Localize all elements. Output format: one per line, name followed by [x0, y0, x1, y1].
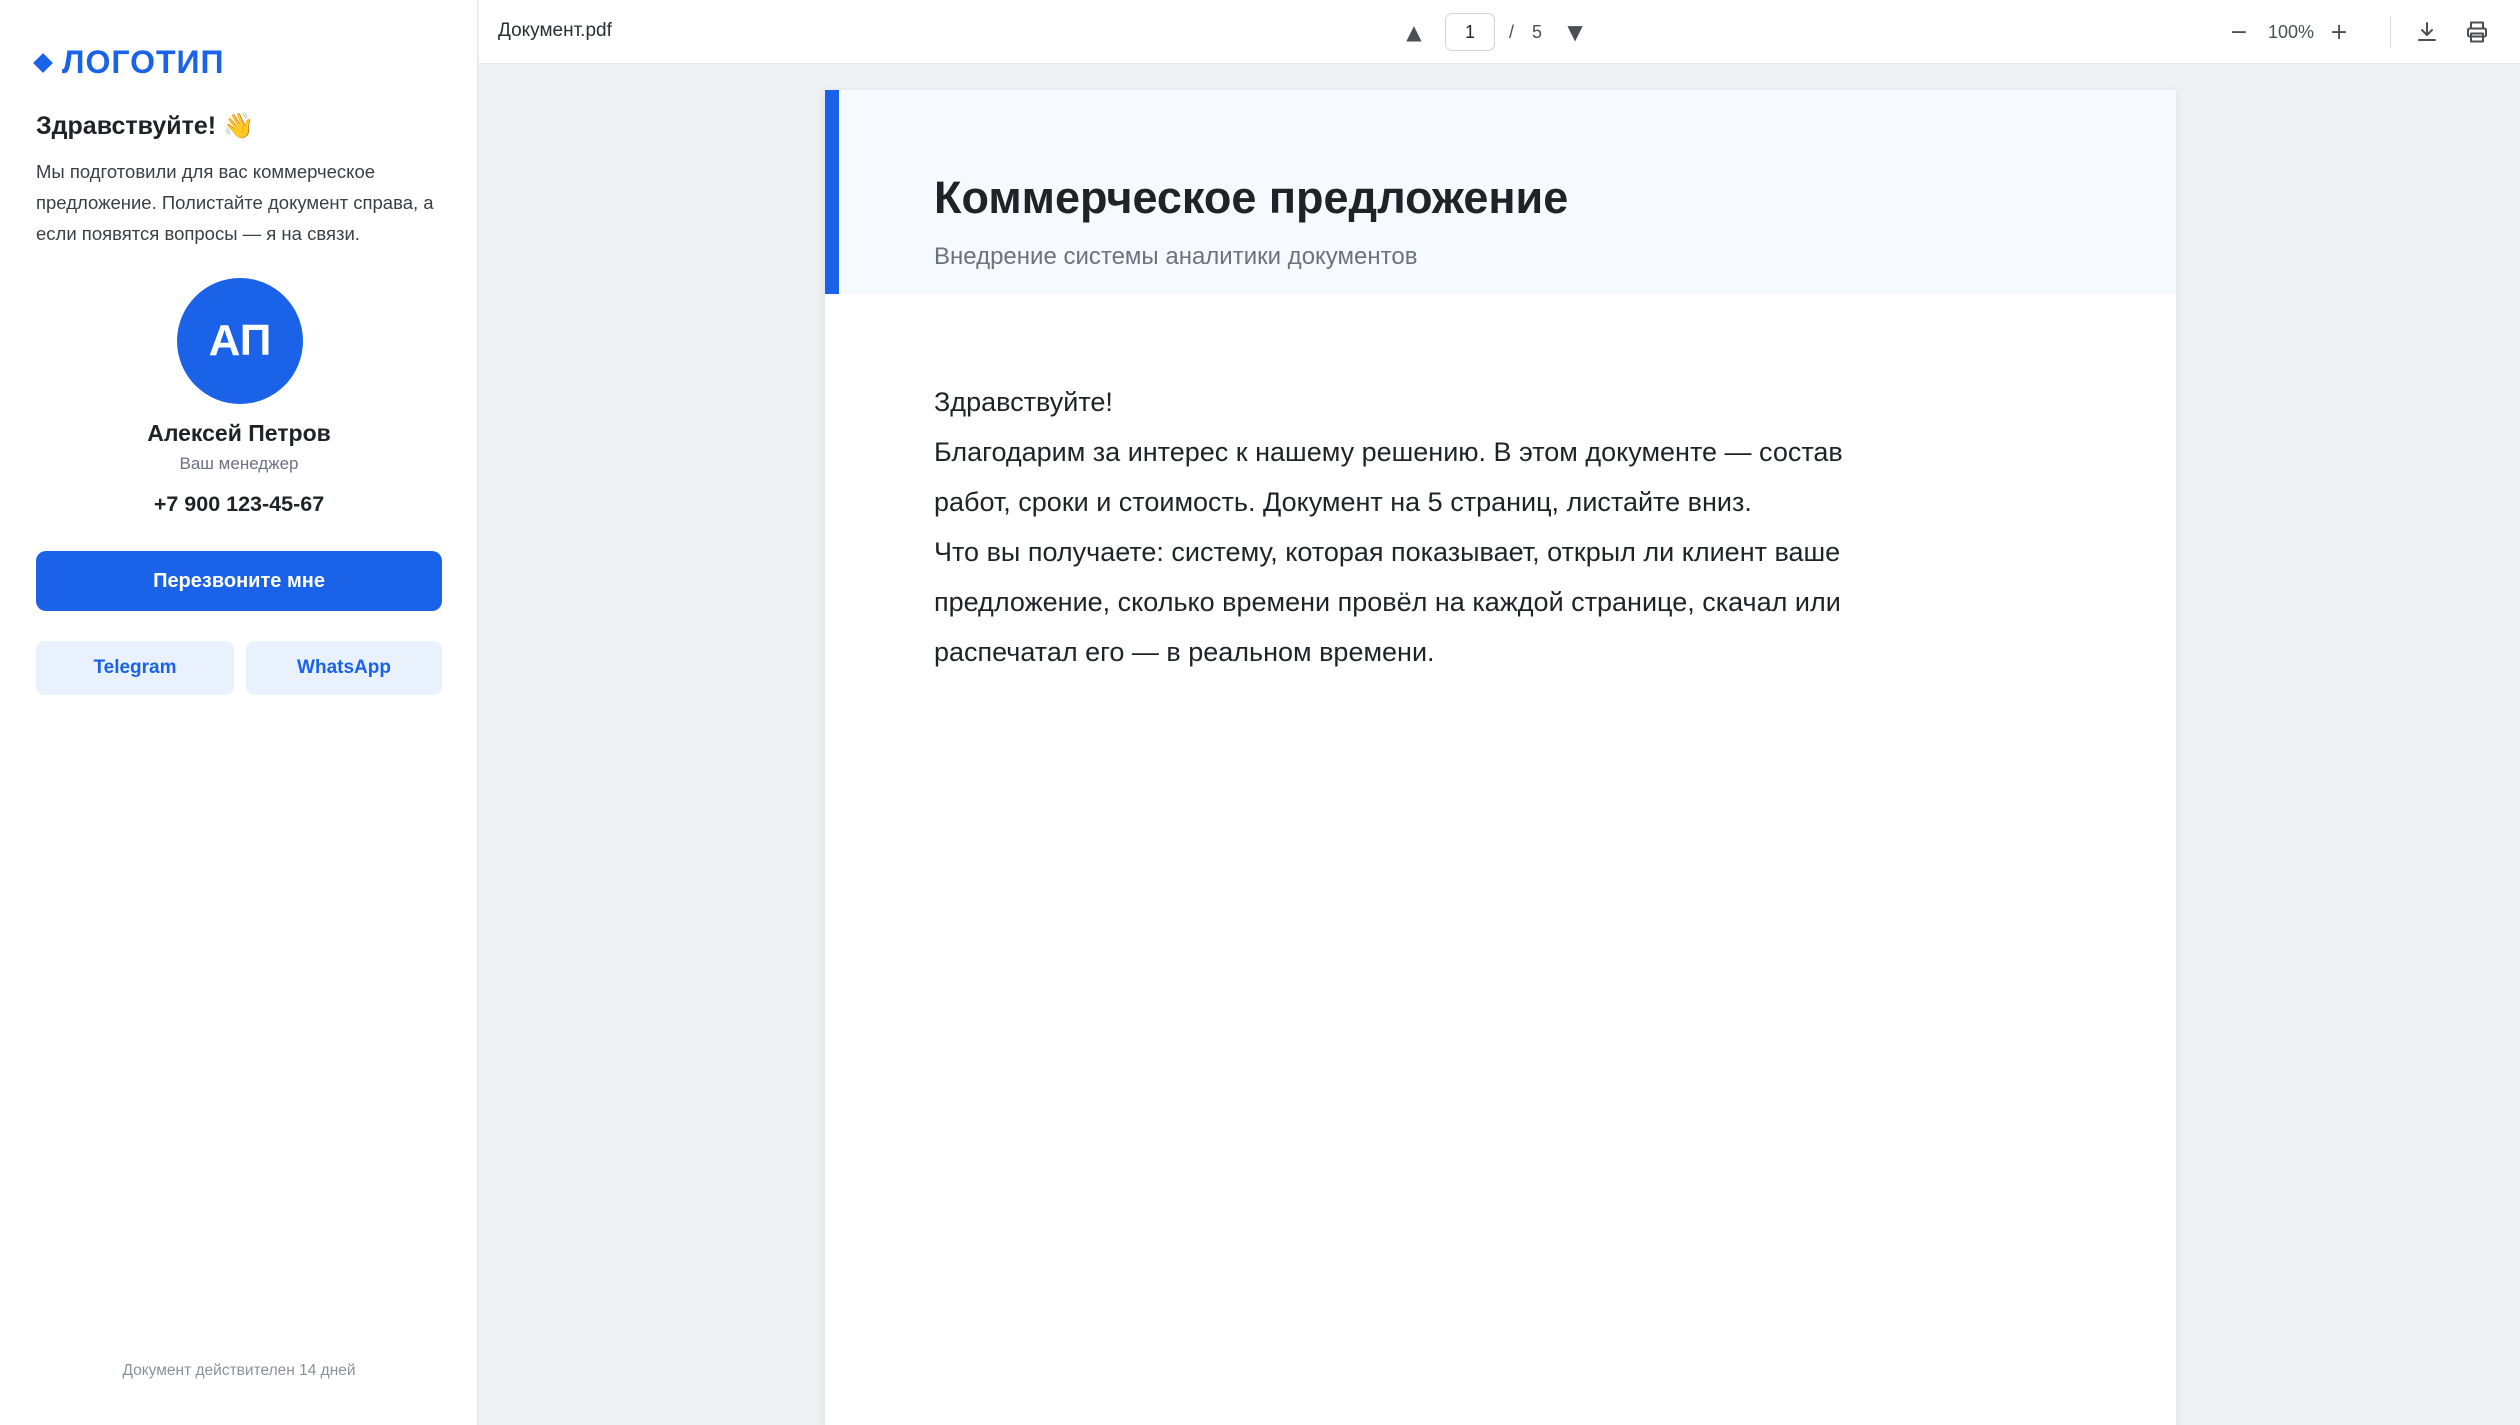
zoom-controls: − 100% + — [2224, 0, 2354, 64]
manager-phone: +7 900 123-45-67 — [153, 492, 325, 516]
header-accent-bar — [825, 90, 839, 294]
validity-note: Документ действителен 14 дней — [122, 1362, 356, 1379]
manager-name: Алексей Петров — [147, 420, 331, 446]
zoom-level: 100% — [2268, 21, 2315, 42]
logo-text: ЛОГОТИП — [62, 44, 225, 80]
telegram-button[interactable]: Telegram — [36, 641, 234, 695]
logo: ЛОГОТИП — [33, 44, 225, 81]
viewer-toolbar: Документ.pdf ▲ / 5 ▼ − 100% + — [479, 0, 2520, 64]
avatar: АП — [177, 278, 303, 404]
page-navigation: ▲ / 5 ▼ — [1399, 0, 1590, 64]
greeting-title: Здравствуйте! 👋 — [36, 112, 255, 140]
manager-role: Ваш менеджер — [179, 454, 299, 473]
zoom-in-button[interactable]: + — [2324, 17, 2354, 47]
diamond-icon — [33, 52, 53, 73]
document-paragraph: Благодарим за интерес к нашему решению. … — [934, 437, 1843, 517]
document-title: Коммерческое предложение — [934, 172, 1569, 223]
plus-icon: + — [2329, 19, 2349, 45]
toolbar-divider — [2390, 16, 2391, 48]
document-header: Коммерческое предложение Внедрение систе… — [825, 90, 2176, 294]
greeting-text: Мы подготовили для вас коммерческое пред… — [36, 161, 434, 244]
download-button[interactable] — [2411, 16, 2443, 48]
callback-button[interactable]: Перезвоните мне — [36, 551, 442, 611]
page-total: 5 — [1532, 21, 1543, 42]
document-greeting: Здравствуйте! — [934, 387, 1113, 417]
print-button[interactable] — [2461, 16, 2493, 48]
document-body: Здравствуйте! Благодарим за интерес к на… — [934, 377, 1914, 677]
page-separator: / — [1509, 21, 1515, 42]
file-name: Документ.pdf — [498, 20, 612, 41]
download-icon — [2418, 22, 2436, 41]
sidebar: ЛОГОТИП Здравствуйте! 👋 Мы подготовили д… — [0, 0, 478, 1425]
document-subtitle: Внедрение системы аналитики документов — [934, 243, 1418, 270]
whatsapp-button[interactable]: WhatsApp — [246, 641, 442, 695]
document-page: Коммерческое предложение Внедрение систе… — [825, 90, 2176, 1425]
next-page-button[interactable]: ▼ — [1560, 17, 1590, 47]
zoom-out-button[interactable]: − — [2224, 17, 2254, 47]
triangle-up-icon: ▲ — [1406, 20, 1422, 44]
document-paragraph: Что вы получаете: систему, которая показ… — [934, 537, 1841, 667]
page-number-input[interactable] — [1445, 13, 1495, 51]
minus-icon: − — [2229, 19, 2249, 45]
triangle-down-icon: ▼ — [1567, 20, 1583, 44]
printer-icon — [2467, 21, 2487, 43]
prev-page-button[interactable]: ▲ — [1399, 17, 1429, 47]
